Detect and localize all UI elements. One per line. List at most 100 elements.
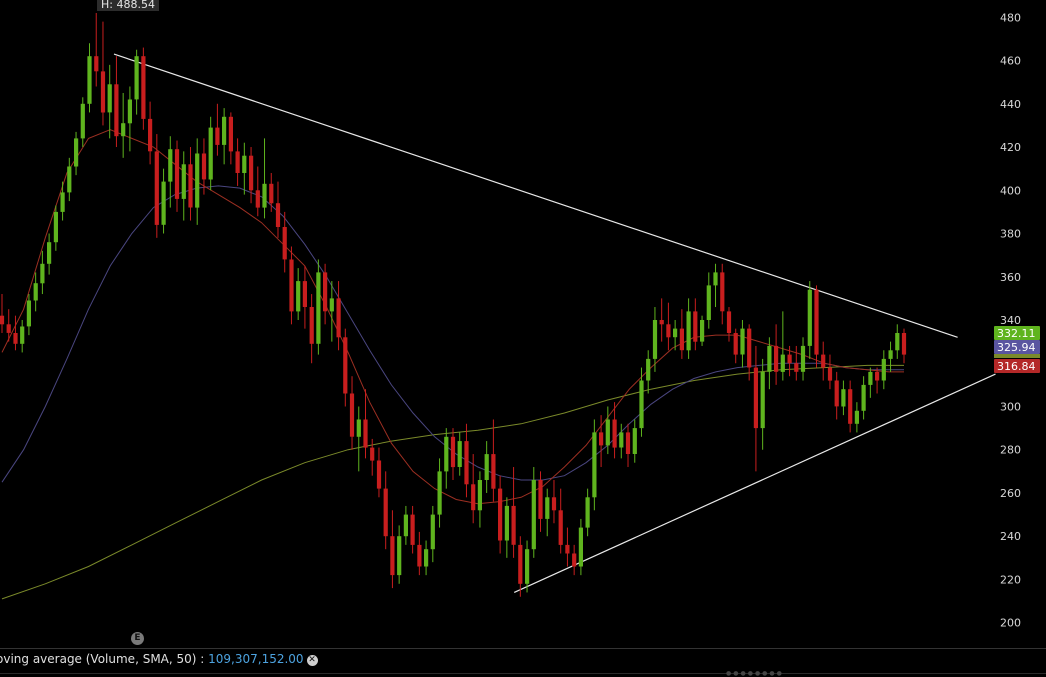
candle-body bbox=[484, 454, 489, 480]
candle-body bbox=[74, 138, 79, 167]
volume-panel-divider bbox=[0, 673, 1046, 674]
candle bbox=[437, 458, 442, 528]
candle bbox=[208, 116, 213, 191]
candle-body bbox=[403, 514, 408, 537]
candle-body bbox=[181, 164, 186, 199]
candle bbox=[249, 147, 254, 204]
candle-body bbox=[383, 488, 388, 537]
y-tick-label: 220 bbox=[1000, 573, 1021, 586]
candle-body bbox=[323, 272, 328, 312]
candle-body bbox=[753, 367, 758, 429]
candle-body bbox=[450, 436, 456, 468]
candle-body bbox=[363, 419, 368, 448]
y-tick-label: 480 bbox=[1000, 11, 1021, 24]
candle bbox=[780, 311, 785, 381]
candle bbox=[666, 302, 671, 351]
candle-body bbox=[107, 84, 112, 113]
candle-body bbox=[390, 536, 395, 576]
candle-body bbox=[13, 333, 18, 344]
trendline-upper[interactable] bbox=[113, 53, 958, 338]
candle-body bbox=[228, 116, 233, 152]
candle bbox=[659, 298, 664, 342]
candle-body bbox=[639, 380, 644, 429]
y-tick-label: 360 bbox=[1000, 271, 1021, 284]
candle-body bbox=[289, 259, 294, 312]
y-tick-label: 300 bbox=[1000, 400, 1021, 413]
candle-body bbox=[901, 333, 907, 355]
candle-body bbox=[827, 367, 833, 381]
candle-body bbox=[794, 363, 799, 372]
candle bbox=[888, 341, 893, 372]
candle bbox=[228, 112, 233, 165]
candle bbox=[40, 250, 45, 295]
earnings-marker-icon[interactable]: E bbox=[131, 632, 144, 645]
volume-indicator-value: 109,307,152.00 bbox=[208, 652, 304, 666]
candle-body bbox=[195, 153, 200, 208]
candle bbox=[585, 488, 590, 537]
candle-body bbox=[376, 460, 382, 489]
candle bbox=[390, 510, 395, 589]
candle-body bbox=[518, 544, 523, 584]
candle bbox=[74, 131, 79, 176]
candle-body bbox=[80, 103, 85, 139]
candle bbox=[706, 272, 711, 329]
candle-body bbox=[565, 544, 570, 554]
candle bbox=[632, 419, 637, 463]
candle-body bbox=[572, 553, 577, 567]
close-indicator-icon[interactable]: ✕ bbox=[306, 655, 318, 666]
candle bbox=[282, 211, 287, 273]
candle bbox=[800, 337, 806, 381]
candle-body bbox=[262, 183, 267, 208]
candle bbox=[740, 320, 745, 368]
price-chart[interactable]: 2002202402602803003203403603804004204404… bbox=[0, 0, 1046, 648]
candle bbox=[477, 471, 482, 528]
candle bbox=[336, 281, 341, 351]
candle bbox=[511, 467, 516, 558]
candle-body bbox=[397, 536, 402, 576]
candle-body bbox=[511, 505, 516, 545]
candle-body bbox=[558, 510, 563, 545]
candle-body bbox=[67, 166, 72, 193]
candle-body bbox=[525, 549, 530, 584]
candle bbox=[154, 134, 159, 238]
candle-body bbox=[53, 211, 58, 243]
y-tick-label: 400 bbox=[1000, 184, 1021, 197]
candle-body bbox=[134, 56, 139, 100]
candle bbox=[491, 419, 496, 502]
candle bbox=[181, 151, 186, 221]
candle bbox=[901, 328, 907, 364]
candle bbox=[531, 467, 536, 558]
candle-body bbox=[861, 384, 866, 411]
candle-body bbox=[457, 441, 462, 467]
candle bbox=[20, 320, 25, 353]
candle bbox=[881, 350, 886, 390]
candle bbox=[107, 64, 112, 139]
candle-body bbox=[599, 432, 604, 446]
candle bbox=[834, 371, 839, 420]
candle-body bbox=[0, 315, 5, 325]
candle-body bbox=[538, 480, 543, 519]
candle-body bbox=[87, 56, 92, 104]
candle-body bbox=[477, 480, 482, 511]
candle bbox=[599, 415, 604, 468]
price-badge: 332.11 bbox=[994, 326, 1040, 340]
candle-body bbox=[201, 153, 207, 180]
candle-body bbox=[215, 127, 220, 145]
candle bbox=[397, 525, 402, 584]
y-tick-label: 200 bbox=[1000, 617, 1021, 630]
candle bbox=[895, 324, 900, 359]
candle bbox=[794, 345, 799, 381]
candle bbox=[551, 480, 557, 524]
candle bbox=[195, 138, 200, 225]
candle-body bbox=[349, 393, 355, 437]
candle-body bbox=[774, 345, 779, 372]
candle-body bbox=[6, 324, 11, 333]
candle bbox=[625, 423, 631, 468]
candle bbox=[269, 172, 274, 212]
candle bbox=[376, 447, 382, 498]
candle-body bbox=[33, 283, 38, 301]
y-tick-label: 460 bbox=[1000, 55, 1021, 68]
candle-body bbox=[141, 56, 146, 119]
candle bbox=[316, 259, 321, 355]
candle bbox=[356, 406, 361, 472]
